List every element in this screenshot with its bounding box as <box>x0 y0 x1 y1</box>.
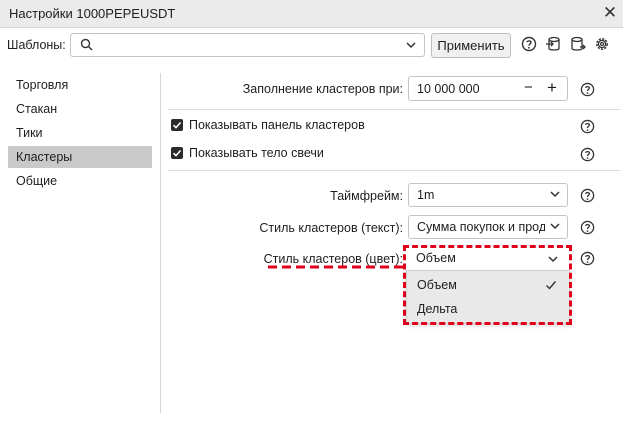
help-icon[interactable] <box>580 82 595 97</box>
sidebar-item-general[interactable]: Общие <box>8 170 152 192</box>
export-icon[interactable] <box>570 36 586 52</box>
style-text-dropdown[interactable]: Сумма покупок и прод <box>408 215 568 239</box>
sidebar-item-ticks[interactable]: Тики <box>8 122 152 144</box>
close-button[interactable]: ✕ <box>600 2 620 24</box>
section-divider <box>168 109 620 110</box>
show-body-label: Показывать тело свечи <box>189 146 324 160</box>
show-panel-checkbox[interactable] <box>171 119 183 131</box>
chevron-down-icon <box>550 191 560 198</box>
timeframe-dropdown[interactable]: 1m <box>408 183 568 207</box>
section-divider <box>168 170 620 171</box>
chevron-down-icon <box>550 223 560 230</box>
templates-label: Шаблоны: <box>7 38 66 52</box>
templates-select[interactable] <box>70 33 425 57</box>
show-panel-label: Показывать панель кластеров <box>189 118 365 132</box>
sidebar-item-trading[interactable]: Торговля <box>8 74 152 96</box>
increment-button[interactable]: + <box>547 78 557 98</box>
timeframe-label: Таймфрейм: <box>330 189 403 203</box>
sidebar-divider <box>160 73 161 413</box>
show-body-checkbox[interactable] <box>171 147 183 159</box>
sidebar-item-orderbook[interactable]: Стакан <box>8 98 152 120</box>
decrement-button[interactable]: − <box>524 79 533 96</box>
help-icon[interactable] <box>580 147 595 162</box>
highlight-underline <box>268 265 406 269</box>
style-text-label: Стиль кластеров (текст): <box>259 221 403 235</box>
help-icon[interactable] <box>521 36 537 52</box>
check-icon <box>172 149 182 157</box>
fill-label: Заполнение кластеров при: <box>242 82 403 96</box>
settings-gear-icon[interactable] <box>594 36 610 52</box>
timeframe-value: 1m <box>417 188 435 202</box>
style-text-value: Сумма покупок и прод <box>417 220 545 234</box>
sidebar-item-clusters[interactable]: Кластеры <box>8 146 152 168</box>
check-icon <box>172 121 182 129</box>
apply-template-button[interactable]: Применить <box>431 33 511 58</box>
fill-value: 10 000 000 <box>417 82 480 96</box>
import-icon[interactable] <box>545 36 561 52</box>
highlight-box <box>403 245 572 325</box>
chevron-down-icon <box>406 42 416 49</box>
window-title: Настройки 1000PEPEUSDT <box>9 6 176 21</box>
help-icon[interactable] <box>580 251 595 266</box>
help-icon[interactable] <box>580 188 595 203</box>
fill-value-stepper[interactable]: 10 000 000 − + <box>408 76 568 101</box>
help-icon[interactable] <box>580 220 595 235</box>
search-icon <box>80 38 93 51</box>
help-icon[interactable] <box>580 119 595 134</box>
